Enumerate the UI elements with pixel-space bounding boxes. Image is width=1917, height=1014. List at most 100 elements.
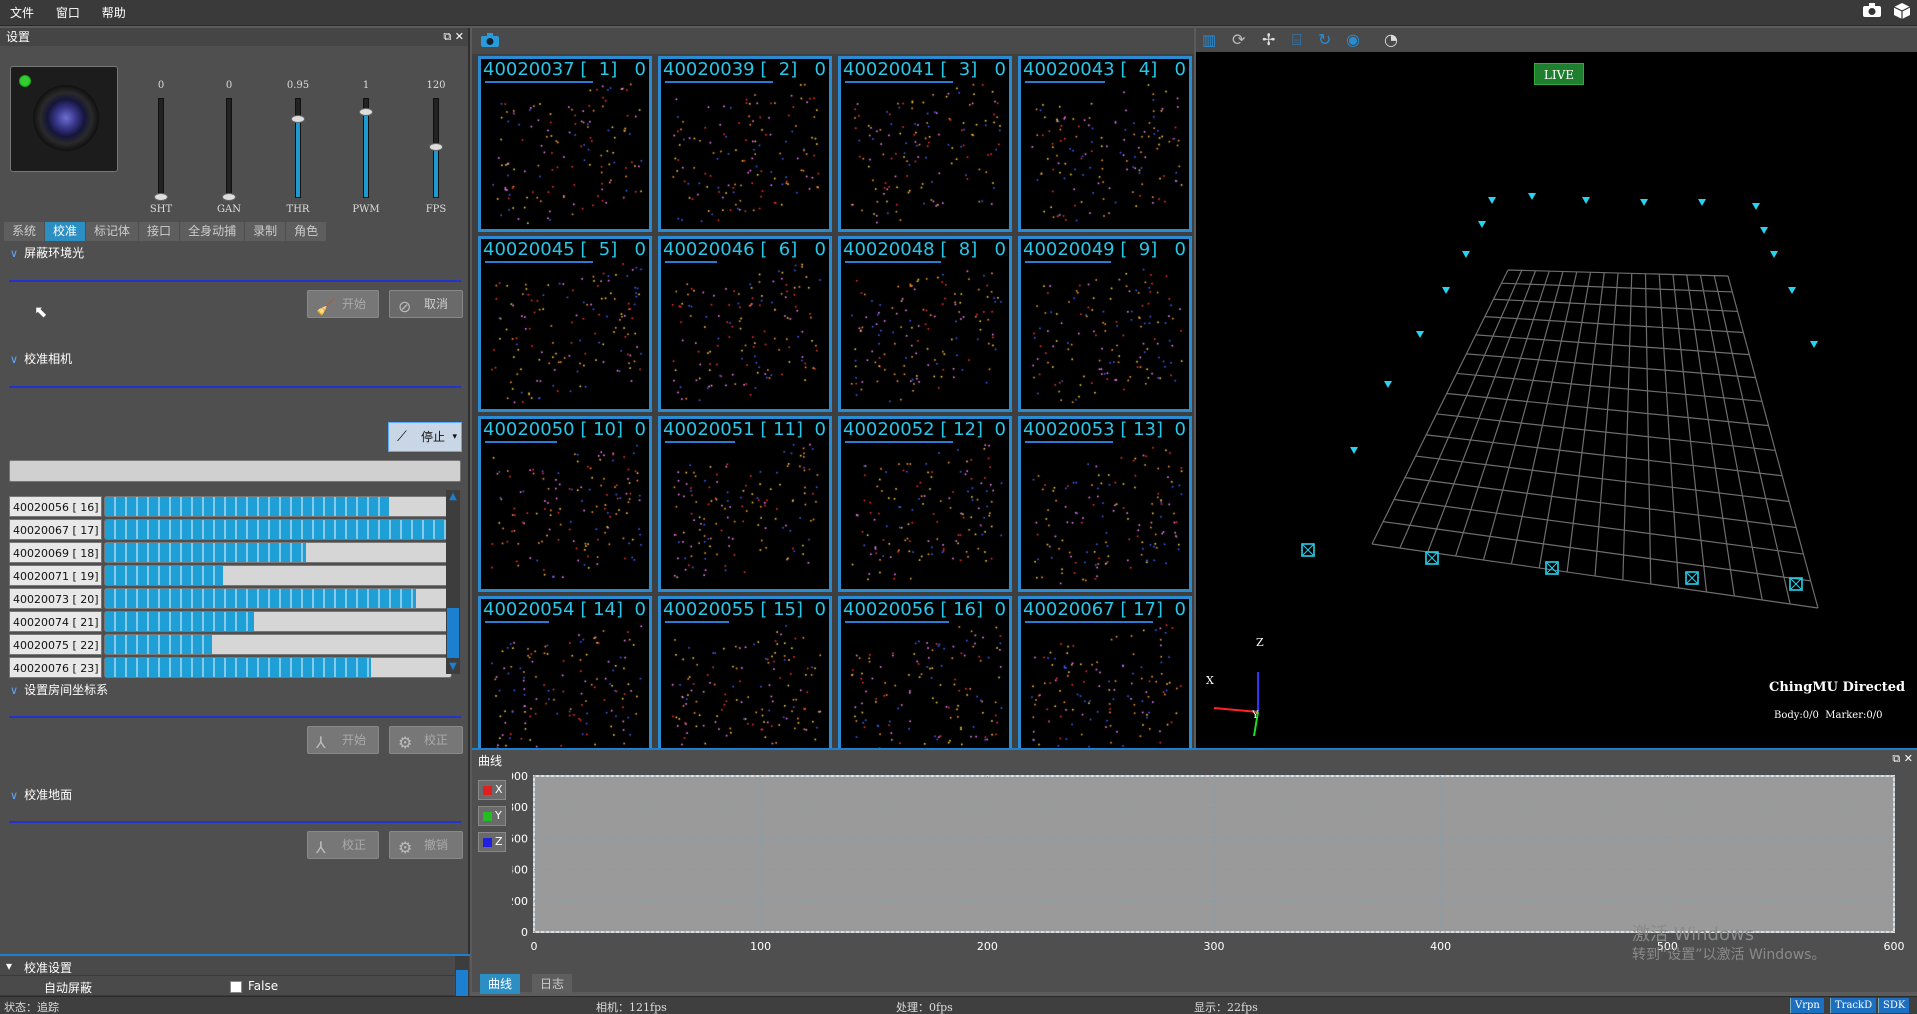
camera-marker-icon[interactable] (1528, 193, 1536, 200)
camera-marker-icon[interactable] (1770, 251, 1778, 258)
tab-marker[interactable]: 标记体 (86, 222, 139, 241)
calib-stop-button[interactable]: ⟋ 停止 ▾ (388, 422, 462, 452)
camera-marker-icon[interactable] (1416, 331, 1424, 338)
legend-y-toggle[interactable]: Y (478, 806, 506, 826)
fan-icon[interactable]: ✢ (1262, 30, 1275, 49)
camera-marker-icon[interactable] (1350, 447, 1358, 454)
tab-system[interactable]: 系统 (4, 222, 45, 241)
camera-cell[interactable]: 40020067 [ 17] 0 (1018, 596, 1192, 773)
trackd-badge[interactable]: TrackD (1830, 998, 1877, 1013)
camera-marker-icon[interactable] (1810, 341, 1818, 348)
menu-help[interactable]: 帮助 (92, 0, 134, 21)
camera-cell[interactable]: 40020045 [ 5] 0 (478, 236, 652, 413)
camera-cell[interactable]: 40020043 [ 4] 0 (1018, 56, 1192, 233)
slider-knob[interactable] (222, 193, 236, 201)
camera-cell-underline (845, 621, 949, 623)
tab-fullbody[interactable]: 全身动捕 (180, 222, 245, 241)
camera-marker-icon[interactable] (1478, 221, 1486, 228)
camera-cell[interactable]: 40020056 [ 16] 0 (838, 596, 1012, 773)
calib-list-scrollbar[interactable]: ▲ ▼ (446, 490, 460, 674)
slider-knob[interactable] (154, 193, 168, 201)
cube-icon[interactable] (1890, 2, 1914, 22)
scroll-up-icon[interactable]: ▲ (447, 491, 459, 503)
camera-cell[interactable]: 40020054 [ 14] 0 (478, 596, 652, 773)
camera-marker-icon[interactable] (1640, 199, 1648, 206)
camera-cell[interactable]: 40020050 [ 10] 0 (478, 416, 652, 593)
ground-undo-button[interactable]: ⚙ 撤销 (389, 831, 463, 859)
slider-thr[interactable] (291, 98, 305, 198)
camera-marker-icon[interactable] (1384, 381, 1392, 388)
camera-marker-icon[interactable] (1789, 577, 1803, 591)
mask-start-button[interactable]: 🧹 开始 (307, 290, 379, 318)
slider-knob[interactable] (359, 108, 373, 116)
camera-marker-icon[interactable] (1425, 551, 1439, 565)
grid-row-auto-mask[interactable]: 自动屏蔽 False (0, 976, 455, 996)
camera-cell[interactable]: 40020049 [ 9] 0 (1018, 236, 1192, 413)
eye-icon[interactable]: ◉ (1346, 30, 1360, 49)
camera-marker-icon[interactable] (1462, 251, 1470, 258)
camera-cell[interactable]: 40020039 [ 2] 0 (658, 56, 832, 233)
slider-sht[interactable] (154, 98, 168, 201)
dock-buttons[interactable]: ⧉ ✕ (1892, 752, 1913, 766)
dock-buttons[interactable]: ⧉ ✕ (443, 30, 464, 44)
camera-marker-icon[interactable] (1685, 571, 1699, 585)
room-start-button[interactable]: ⅄ 开始 (307, 726, 379, 754)
room-correct-button[interactable]: ⚙ 校正 (389, 726, 463, 754)
legend-x-toggle[interactable]: X (478, 780, 506, 800)
3d-view[interactable]: ▥ ⟳ ✢ ⌸ ↻ ◉ ◔ LIVE Z X Y ChingMU Directe… (1196, 28, 1917, 748)
menu-window[interactable]: 窗口 (46, 0, 88, 21)
camera-frame-icon[interactable]: ⌸ (1292, 30, 1302, 50)
grid-group-header[interactable]: ▾ 校准设置 (0, 956, 455, 976)
tab-record[interactable]: 录制 (245, 222, 286, 241)
legend-z-toggle[interactable]: Z (478, 832, 506, 852)
slider-pwm[interactable] (359, 98, 373, 198)
camera-cell[interactable]: 40020053 [ 13] 0 (1018, 416, 1192, 593)
vrpn-badge[interactable]: Vrpn (1790, 998, 1824, 1013)
rotate-icon[interactable]: ↻ (1318, 30, 1331, 49)
tab-calibration[interactable]: 校准 (45, 222, 86, 241)
camera-marker-icon[interactable] (1788, 287, 1796, 294)
camera-marker-icon[interactable] (1488, 197, 1496, 204)
menu-file[interactable]: 文件 (0, 0, 42, 21)
slider-knob[interactable] (429, 143, 443, 151)
tab-role[interactable]: 角色 (286, 222, 327, 241)
section-room-header[interactable]: ∨ 设置房间坐标系 (10, 681, 108, 698)
camera-cell-title: 40020041 [ 3] (843, 59, 978, 80)
tab-log[interactable]: 日志 (532, 974, 573, 994)
camera-cell[interactable]: 40020048 [ 8] 0 (838, 236, 1012, 413)
snapshot-icon[interactable] (480, 32, 500, 51)
camera-cell[interactable]: 40020055 [ 15] 0 (658, 596, 832, 773)
tab-interface[interactable]: 接口 (139, 222, 180, 241)
camera-cell[interactable]: 40020046 [ 6] 0 (658, 236, 832, 413)
section-calib-header[interactable]: ∨ 校准相机 (10, 350, 72, 367)
auto-mask-checkbox[interactable] (230, 980, 242, 993)
camera-icon[interactable] (1860, 2, 1884, 22)
slider-knob[interactable] (291, 115, 305, 123)
camera-marker-icon[interactable] (1442, 287, 1450, 294)
mask-cancel-button[interactable]: ⊘ 取消 (389, 290, 463, 318)
scroll-down-icon[interactable]: ▼ (447, 661, 459, 673)
slider-fps[interactable] (429, 98, 443, 198)
section-ground-header[interactable]: ∨ 校准地面 (10, 786, 72, 803)
ground-correct-button[interactable]: ⅄ 校正 (307, 831, 379, 859)
camera-marker-icon[interactable] (1752, 203, 1760, 210)
camera-marker-icon[interactable] (1698, 199, 1706, 206)
calib-row-label: 40020073 [ 20] (9, 588, 102, 609)
camera-marker-icon[interactable] (1582, 197, 1590, 204)
camera-cell[interactable]: 40020051 [ 11] 0 (658, 416, 832, 593)
tab-curve[interactable]: 曲线 (480, 974, 521, 994)
slider-gan[interactable] (222, 98, 236, 201)
refresh-icon[interactable]: ⟳ (1232, 30, 1245, 49)
camera-cell[interactable]: 40020037 [ 1] 0 (478, 56, 652, 233)
gauge-icon[interactable]: ◔ (1384, 30, 1398, 49)
camera-cell[interactable]: 40020041 [ 3] 0 (838, 56, 1012, 233)
camera-cell-underline (485, 441, 557, 443)
camera-marker-icon[interactable] (1301, 543, 1315, 557)
grid-icon[interactable]: ▥ (1202, 31, 1216, 49)
scroll-thumb[interactable] (447, 608, 459, 658)
sdk-badge[interactable]: SDK (1878, 998, 1910, 1013)
section-mask-header[interactable]: ∨ 屏蔽环境光 (10, 244, 84, 261)
camera-cell[interactable]: 40020052 [ 12] 0 (838, 416, 1012, 593)
camera-marker-icon[interactable] (1760, 227, 1768, 234)
camera-marker-icon[interactable] (1545, 561, 1559, 575)
